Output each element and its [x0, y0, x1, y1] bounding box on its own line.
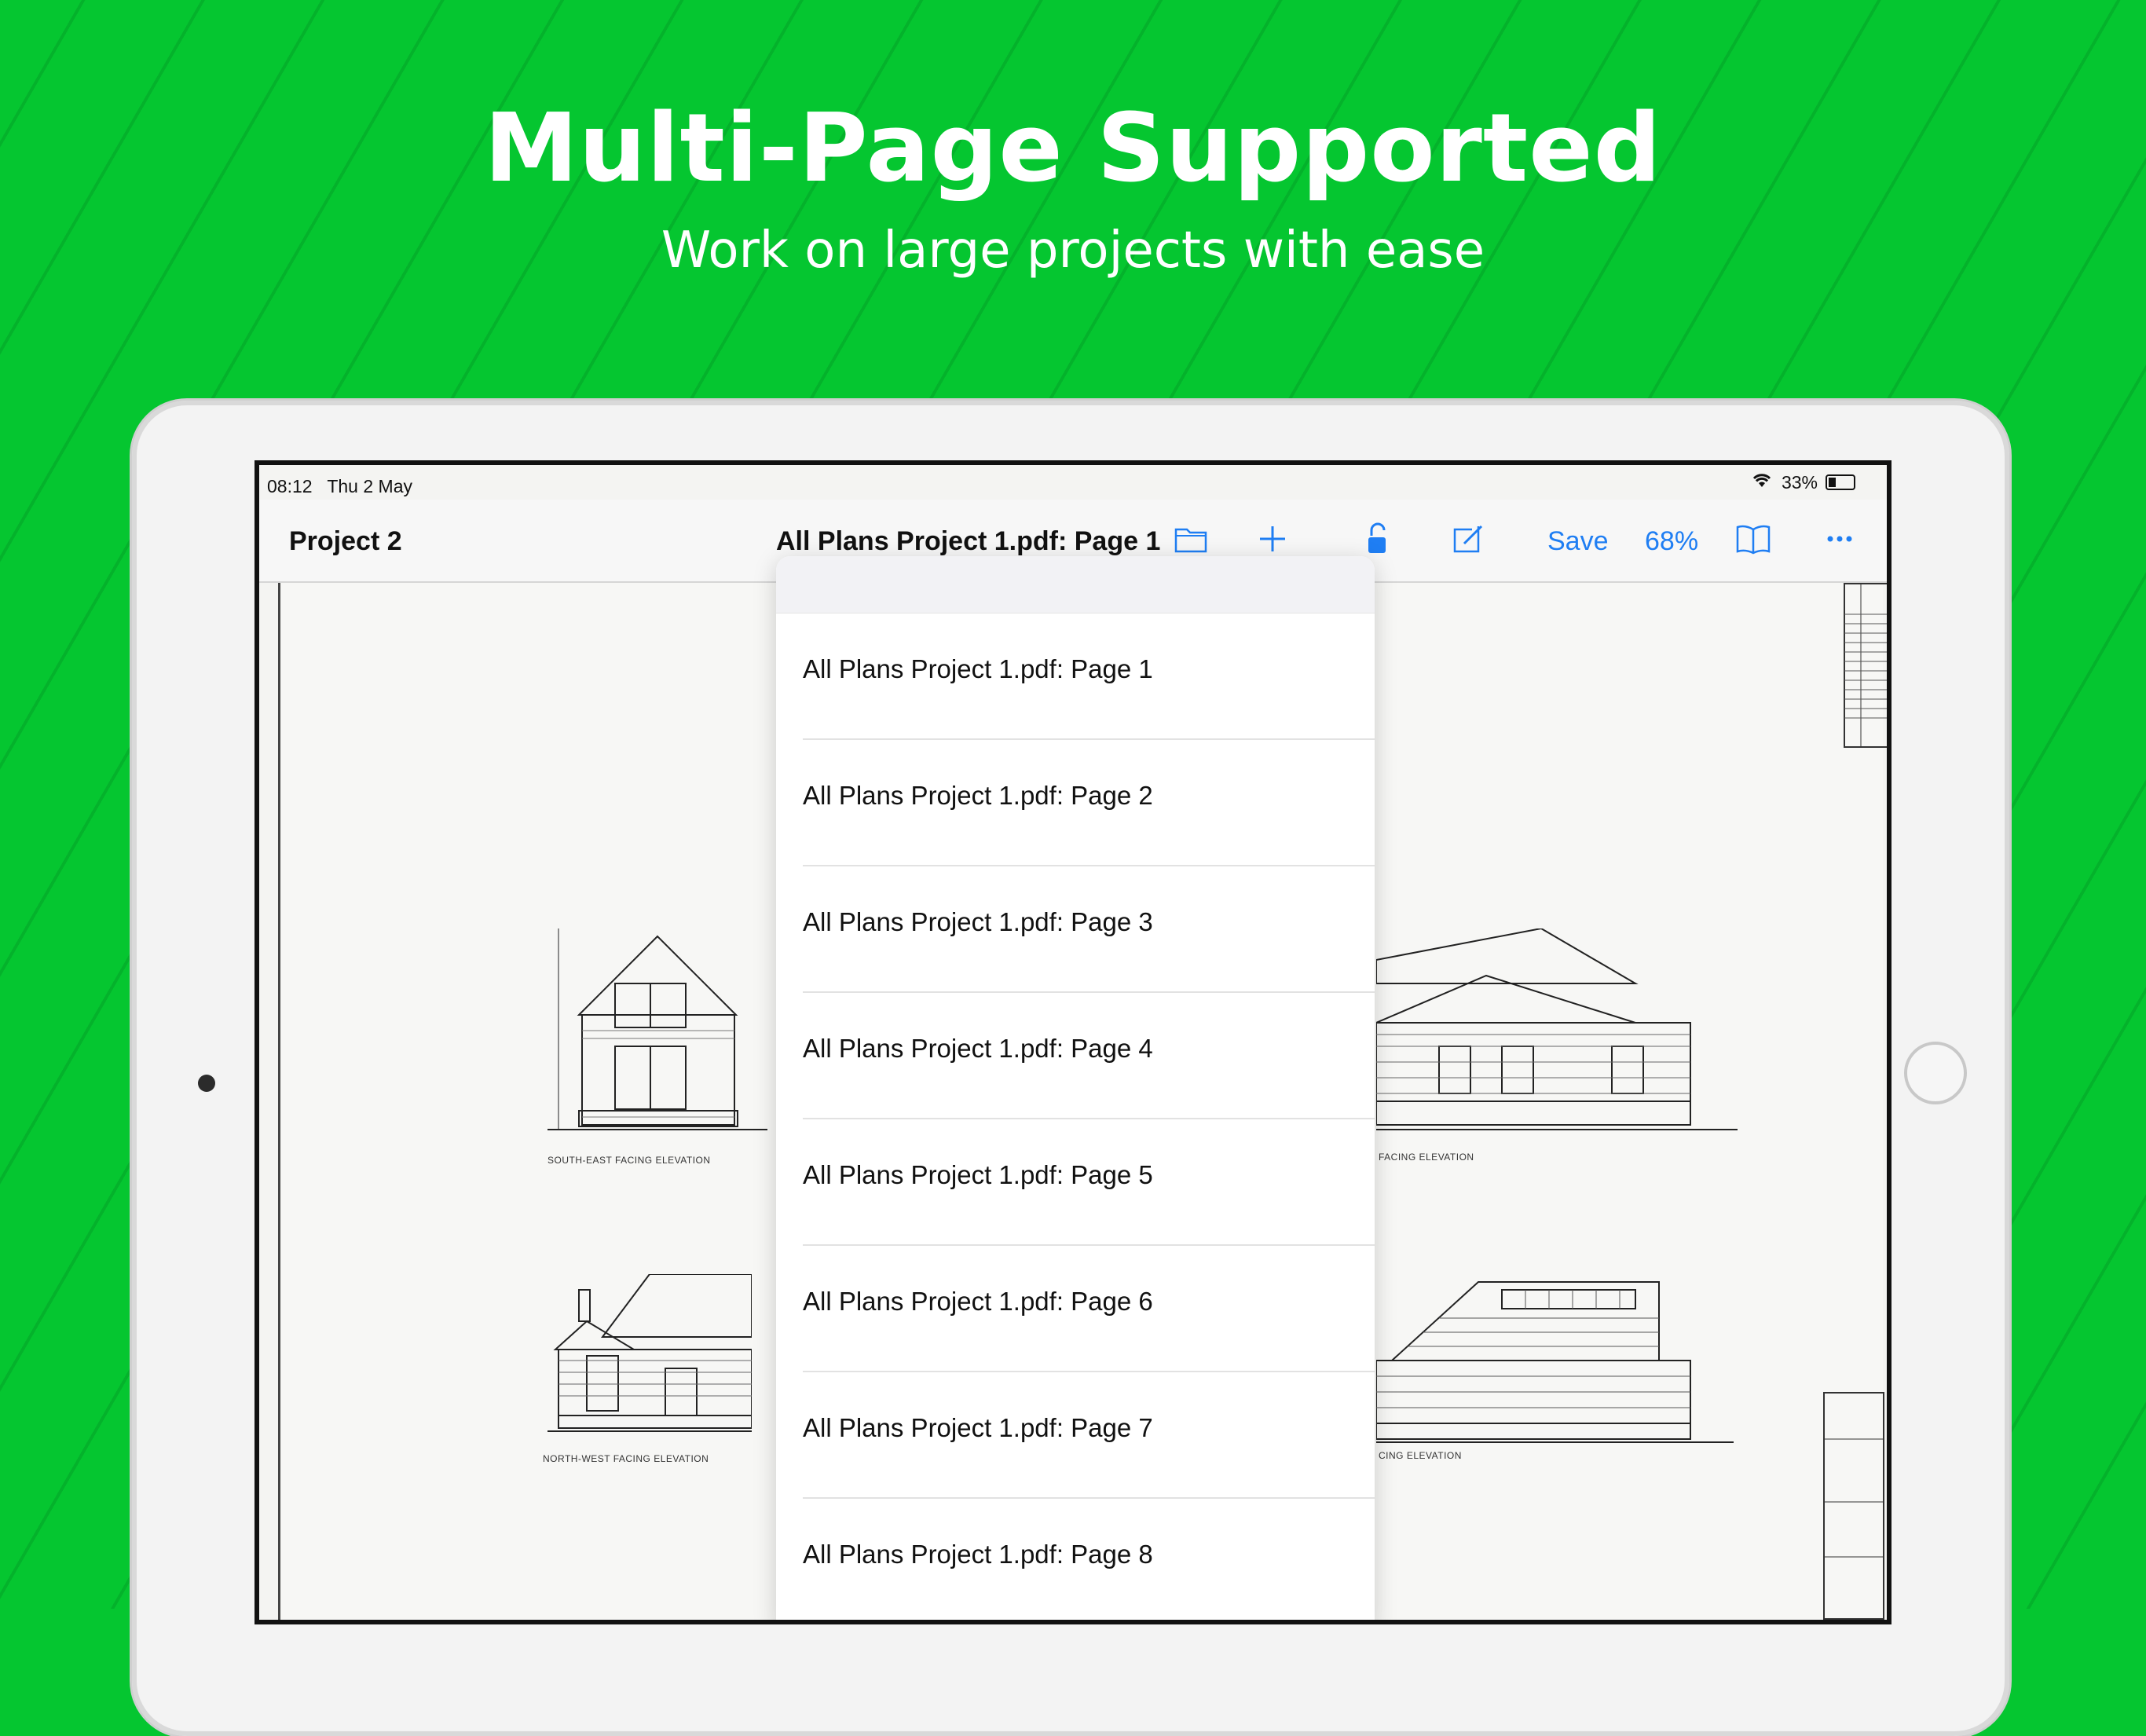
page-item[interactable]: All Plans Project 1.pdf: Page 3 — [803, 866, 1375, 993]
page-item[interactable]: All Plans Project 1.pdf: Page 7 — [803, 1372, 1375, 1499]
status-date: Thu 2 May — [327, 476, 412, 496]
status-bar: 08:12 Thu 2 May 33% — [259, 465, 1887, 500]
page-item-label: All Plans Project 1.pdf: Page 3 — [803, 906, 1153, 936]
house-elevation-southeast — [547, 928, 767, 1130]
page-item[interactable]: All Plans Project 1.pdf: Page 4 — [803, 993, 1375, 1119]
house-elevation-west — [1376, 1281, 1734, 1443]
title-block-grid — [1844, 583, 1887, 748]
project-back-button[interactable]: Project 2 — [289, 526, 402, 557]
popover-header — [776, 556, 1375, 613]
page-item[interactable]: All Plans Project 1.pdf: Page 5 — [803, 1119, 1375, 1246]
unlock-icon[interactable] — [1357, 518, 1398, 559]
drawing-label: CING ELEVATION — [1379, 1450, 1462, 1461]
house-elevation-northwest — [547, 1274, 752, 1432]
house-elevation-east — [1376, 928, 1738, 1130]
status-right: 33% — [1750, 471, 1855, 493]
page-item-label: All Plans Project 1.pdf: Page 4 — [803, 1033, 1153, 1063]
status-time-date: 08:12 Thu 2 May — [267, 476, 412, 497]
page-item-label: All Plans Project 1.pdf: Page 7 — [803, 1412, 1153, 1442]
more-icon[interactable] — [1819, 518, 1860, 559]
drawing-label: SOUTH-EAST FACING ELEVATION — [547, 1155, 711, 1166]
page-item-label: All Plans Project 1.pdf: Page 6 — [803, 1286, 1153, 1316]
battery-percent: 33% — [1781, 471, 1818, 493]
save-button[interactable]: Save — [1547, 526, 1609, 557]
page-item[interactable]: All Plans Project 1.pdf: Page 8 — [803, 1499, 1375, 1620]
tablet-screen: 08:12 Thu 2 May 33% Project 2 All Plans … — [259, 465, 1887, 1620]
headline: Multi-Page Supported — [484, 94, 1662, 203]
page-item-label: All Plans Project 1.pdf: Page 1 — [803, 654, 1153, 683]
page-item[interactable]: All Plans Project 1.pdf: Page 6 — [803, 1246, 1375, 1372]
folder-icon[interactable] — [1170, 518, 1211, 559]
battery-icon — [1826, 474, 1855, 490]
camera-dot — [198, 1075, 215, 1092]
plus-icon[interactable] — [1252, 518, 1293, 559]
title-block — [1823, 1392, 1884, 1620]
page-item-label: All Plans Project 1.pdf: Page 2 — [803, 780, 1153, 810]
status-time: 08:12 — [267, 476, 313, 496]
page-selector-popover: All Plans Project 1.pdf: Page 1 All Plan… — [776, 556, 1375, 1620]
wifi-icon — [1750, 471, 1774, 493]
page-item[interactable]: All Plans Project 1.pdf: Page 1 — [803, 613, 1375, 740]
drawing-label: FACING ELEVATION — [1379, 1152, 1474, 1163]
zoom-level[interactable]: 68% — [1645, 526, 1698, 557]
page-item[interactable]: All Plans Project 1.pdf: Page 2 — [803, 740, 1375, 866]
page-item-label: All Plans Project 1.pdf: Page 8 — [803, 1539, 1153, 1569]
compose-icon[interactable] — [1448, 518, 1489, 559]
home-button[interactable] — [1904, 1042, 1967, 1104]
page-item-label: All Plans Project 1.pdf: Page 5 — [803, 1159, 1153, 1189]
book-icon[interactable] — [1733, 518, 1774, 559]
drawing-label: NORTH-WEST FACING ELEVATION — [543, 1453, 709, 1464]
document-title[interactable]: All Plans Project 1.pdf: Page 1 — [776, 526, 1160, 557]
subheadline: Work on large projects with ease — [661, 222, 1485, 280]
